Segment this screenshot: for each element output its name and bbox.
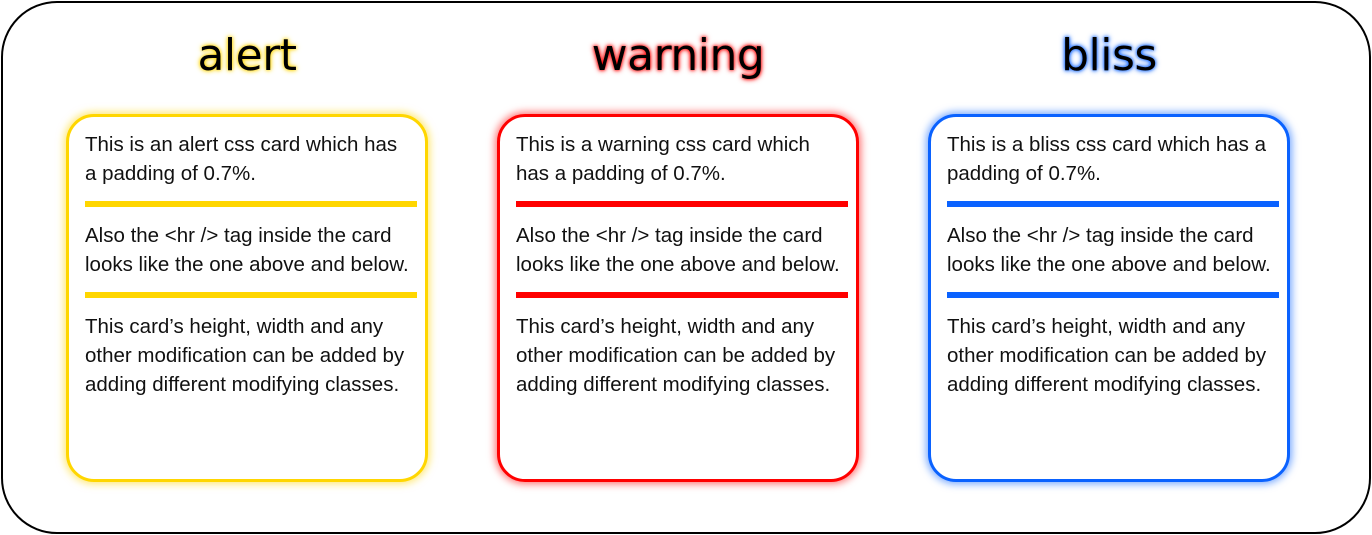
bliss-title: bliss [1061, 30, 1157, 81]
alert-card-divider-top [85, 201, 417, 207]
warning-title: warning [591, 30, 765, 81]
bliss-card: This is a bliss css card which has a pad… [928, 114, 1290, 482]
bliss-column: bliss This is a bliss css card which has… [928, 0, 1290, 535]
alert-column: alert This is an alert css card which ha… [66, 0, 428, 535]
alert-card-intro: This is an alert css card which has a pa… [85, 133, 398, 185]
bliss-card-intro: This is a bliss css card which has a pad… [947, 133, 1267, 185]
warning-card-hr-note: Also the <hr /> tag inside the card look… [516, 224, 840, 276]
bliss-card-divider-top [947, 201, 1279, 207]
bliss-card-modifier-note: This card’s height, width and any other … [947, 315, 1267, 396]
alert-card-modifier-note: This card’s height, width and any other … [85, 315, 405, 396]
bliss-card-divider-bottom [947, 292, 1279, 298]
alert-card: This is an alert css card which has a pa… [66, 114, 428, 482]
warning-card-divider-bottom [516, 292, 848, 298]
bliss-card-hr-note: Also the <hr /> tag inside the card look… [947, 224, 1271, 276]
warning-card-modifier-note: This card’s height, width and any other … [516, 315, 836, 396]
warning-column: warning This is a warning css card which… [497, 0, 859, 535]
alert-card-divider-bottom [85, 292, 417, 298]
warning-card: This is a warning css card which has a p… [497, 114, 859, 482]
alert-title: alert [197, 30, 297, 81]
alert-card-hr-note: Also the <hr /> tag inside the card look… [85, 224, 409, 276]
warning-card-intro: This is a warning css card which has a p… [516, 133, 810, 185]
warning-card-divider-top [516, 201, 848, 207]
